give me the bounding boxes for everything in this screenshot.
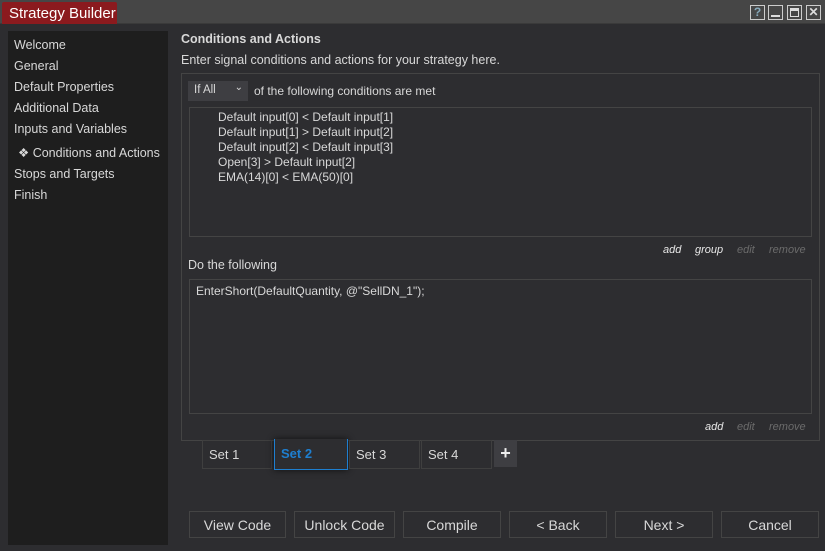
condition-mode-select[interactable]: If All ⌄ — [188, 81, 248, 101]
next-button[interactable]: Next > — [615, 511, 713, 538]
add-action-link[interactable]: add — [705, 421, 723, 433]
title-bar — [0, 0, 825, 24]
page-title: Conditions and Actions — [181, 32, 321, 46]
tab-set-1[interactable]: Set 1 — [202, 440, 272, 469]
add-condition-link[interactable]: add — [663, 244, 681, 256]
tab-set-4[interactable]: Set 4 — [421, 440, 492, 469]
active-marker-icon: ❖ — [18, 146, 30, 160]
condition-mode-suffix: of the following conditions are met — [254, 84, 436, 98]
maximize-button[interactable] — [787, 5, 802, 20]
remove-action-link: remove — [769, 421, 806, 433]
chevron-down-icon: ⌄ — [234, 82, 243, 93]
sidebar-item-label: Conditions and Actions — [32, 146, 160, 160]
sidebar-item-additional-data[interactable]: Additional Data — [14, 101, 99, 115]
remove-condition-link: remove — [769, 244, 806, 256]
conditions-list[interactable]: Default input[0] < Default input[1] Defa… — [189, 107, 812, 237]
actions-list[interactable]: EnterShort(DefaultQuantity, @"SellDN_1")… — [189, 279, 812, 414]
sidebar-item-inputs-variables[interactable]: Inputs and Variables — [14, 122, 127, 136]
unlock-code-button[interactable]: Unlock Code — [294, 511, 395, 538]
page-subtitle: Enter signal conditions and actions for … — [181, 53, 500, 67]
sidebar-item-default-properties[interactable]: Default Properties — [14, 80, 114, 94]
sidebar-item-conditions-actions[interactable]: ❖ Conditions and Actions — [18, 145, 160, 160]
edit-action-link: edit — [737, 421, 755, 433]
sidebar-item-stops-targets[interactable]: Stops and Targets — [14, 167, 115, 181]
sidebar: Welcome General Default Properties Addit… — [8, 31, 168, 545]
help-button[interactable]: ? — [750, 5, 765, 20]
condition-item[interactable]: EMA(14)[0] < EMA(50)[0] — [218, 170, 353, 184]
condition-item[interactable]: Default input[0] < Default input[1] — [218, 110, 393, 124]
close-button[interactable]: ✕ — [806, 5, 821, 20]
back-button[interactable]: < Back — [509, 511, 607, 538]
view-code-button[interactable]: View Code — [189, 511, 286, 538]
condition-item[interactable]: Default input[2] < Default input[3] — [218, 140, 393, 154]
sidebar-item-general[interactable]: General — [14, 59, 58, 73]
cancel-button[interactable]: Cancel — [721, 511, 819, 538]
sidebar-item-welcome[interactable]: Welcome — [14, 38, 66, 52]
compile-button[interactable]: Compile — [403, 511, 501, 538]
group-condition-link[interactable]: group — [695, 244, 723, 256]
minimize-button[interactable] — [768, 5, 783, 20]
condition-item[interactable]: Default input[1] > Default input[2] — [218, 125, 393, 139]
edit-condition-link: edit — [737, 244, 755, 256]
add-set-button[interactable]: + — [494, 440, 517, 467]
condition-mode-value: If All — [194, 84, 216, 96]
window-title: Strategy Builder — [2, 2, 117, 24]
tab-set-3[interactable]: Set 3 — [349, 440, 420, 469]
actions-label: Do the following — [188, 258, 277, 272]
tab-set-2[interactable]: Set 2 — [274, 439, 348, 470]
action-item[interactable]: EnterShort(DefaultQuantity, @"SellDN_1")… — [196, 284, 425, 298]
condition-item[interactable]: Open[3] > Default input[2] — [218, 155, 355, 169]
sidebar-item-finish[interactable]: Finish — [14, 188, 47, 202]
